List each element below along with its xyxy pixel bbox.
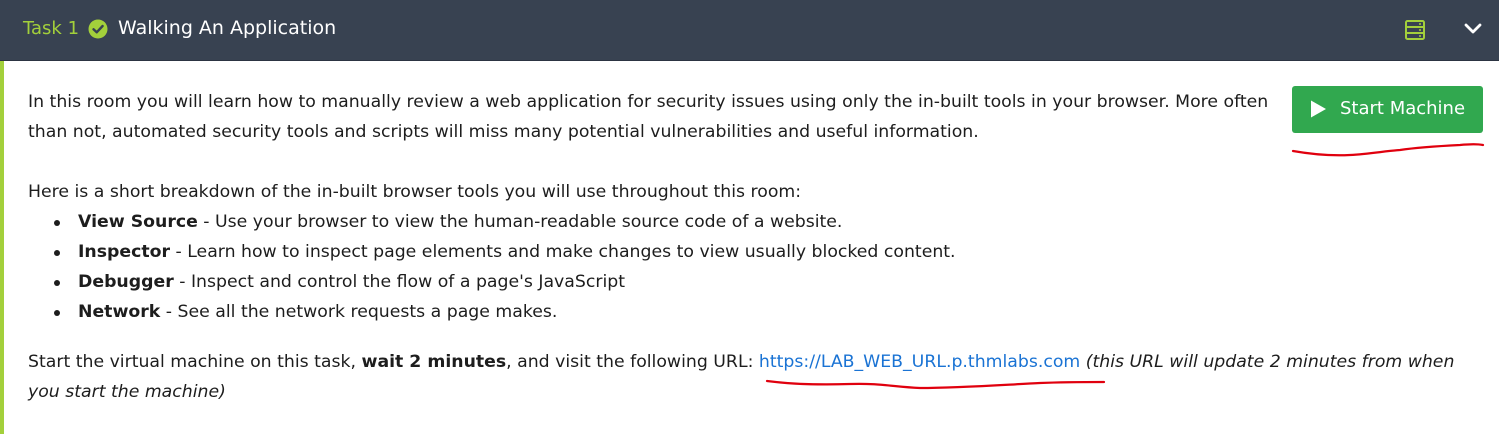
intro-paragraph: In this room you will learn how to manua… [28,92,1269,142]
tool-name: Debugger [78,272,174,292]
tool-description: - Learn how to inspect page elements and… [170,242,956,262]
breakdown-intro: Here is a short breakdown of the in-buil… [28,182,802,202]
tool-description: - See all the network requests a page ma… [160,302,558,322]
task-title: Walking An Application [118,17,337,39]
list-item: View Source - Use your browser to view t… [54,207,956,237]
task-header[interactable]: Task 1 Walking An Application [0,0,1499,61]
split-view-icon[interactable] [1404,19,1426,41]
tool-description: - Use your browser to view the human-rea… [197,212,843,232]
tool-name: Network [78,302,161,322]
lab-url-link[interactable]: https://LAB_WEB_URL.p.thmlabs.com [759,352,1080,372]
start-machine-button[interactable]: Start Machine [1292,86,1483,133]
check-circle-icon [88,19,108,39]
instruction-wait: wait 2 minutes [361,352,507,372]
start-button-underline [1291,143,1485,157]
instruction-middle: , and visit the following URL: [506,352,759,372]
tool-name: View Source [78,212,198,232]
tool-name: Inspector [78,242,171,262]
task-accent-bar [0,61,4,434]
list-item: Network - See all the network requests a… [54,297,956,327]
tool-description: - Inspect and control the flow of a page… [173,272,625,292]
start-machine-label: Start Machine [1340,98,1466,119]
instruction-prefix: Start the virtual machine on this task, [28,352,362,372]
play-icon [1311,100,1326,118]
chevron-down-icon[interactable] [1463,19,1483,39]
list-item: Inspector - Learn how to inspect page el… [54,237,956,267]
instruction-paragraph: Start the virtual machine on this task, … [28,347,1468,407]
task-number-label: Task 1 [23,18,80,39]
tools-list: View Source - Use your browser to view t… [28,207,956,327]
list-item: Debugger - Inspect and control the flow … [54,267,956,297]
